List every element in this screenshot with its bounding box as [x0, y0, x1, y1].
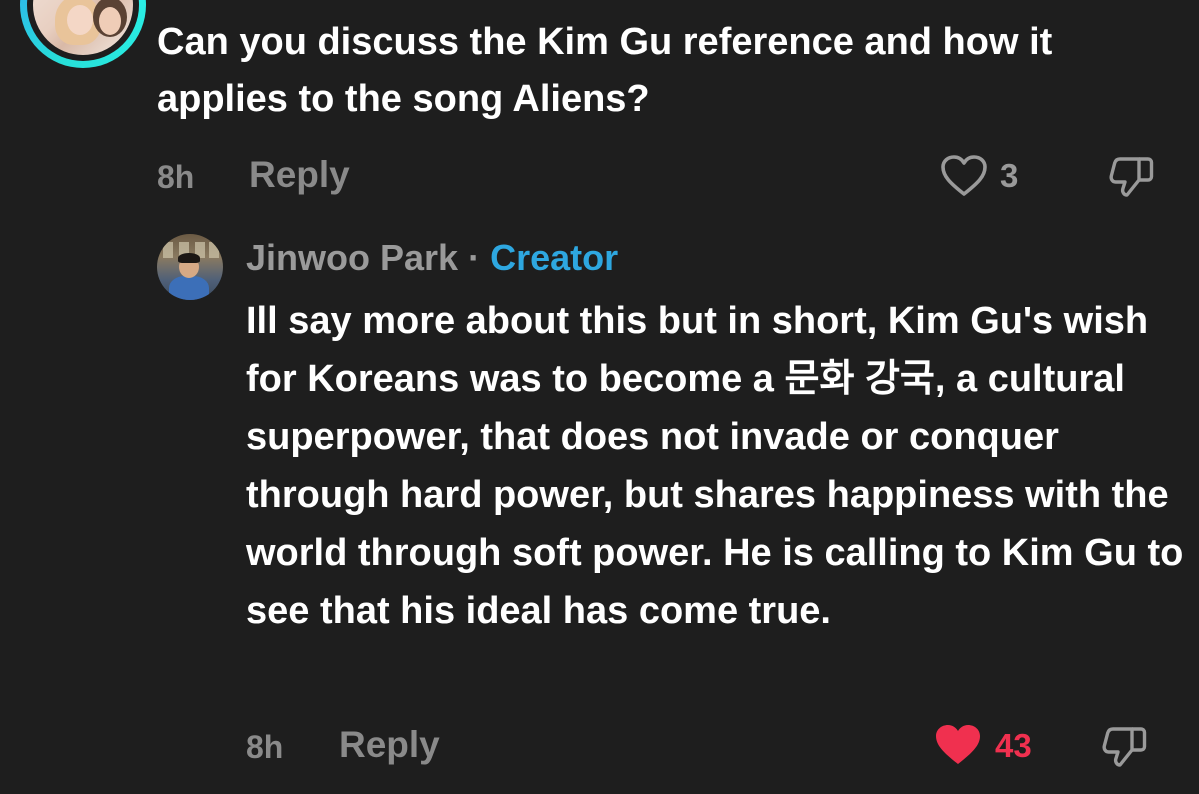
- like-count: 43: [995, 727, 1032, 764]
- reply-actions: 8h Reply 43: [246, 722, 1186, 772]
- heart-outline-icon: [941, 155, 987, 196]
- comment-timestamp: 8h: [157, 159, 195, 195]
- creator-badge: Creator: [490, 237, 619, 278]
- reply-timestamp: 8h: [246, 729, 284, 765]
- comment-text: Can you discuss the Kim Gu reference and…: [157, 21, 1053, 120]
- reply-button[interactable]: Reply: [339, 724, 440, 766]
- reply-text: Ill say more about this but in short, Ki…: [246, 300, 1184, 632]
- author-name[interactable]: Jinwoo Park: [246, 237, 458, 278]
- creator-avatar[interactable]: [157, 234, 223, 300]
- commenter-avatar[interactable]: [20, 0, 146, 68]
- heart-filled-icon: [936, 725, 980, 764]
- author-line: Jinwoo Park · Creator: [246, 236, 618, 280]
- like-count: 3: [1000, 157, 1019, 194]
- like-button[interactable]: [940, 154, 988, 203]
- dislike-button[interactable]: [1101, 724, 1149, 773]
- thumbs-down-icon: [1109, 157, 1154, 197]
- like-button[interactable]: [934, 723, 982, 772]
- reply-button[interactable]: Reply: [249, 154, 350, 196]
- comment-actions: 8h Reply 3: [157, 152, 1177, 198]
- thumbs-down-icon: [1102, 727, 1147, 767]
- dislike-button[interactable]: [1108, 154, 1156, 203]
- author-separator: ·: [468, 237, 481, 278]
